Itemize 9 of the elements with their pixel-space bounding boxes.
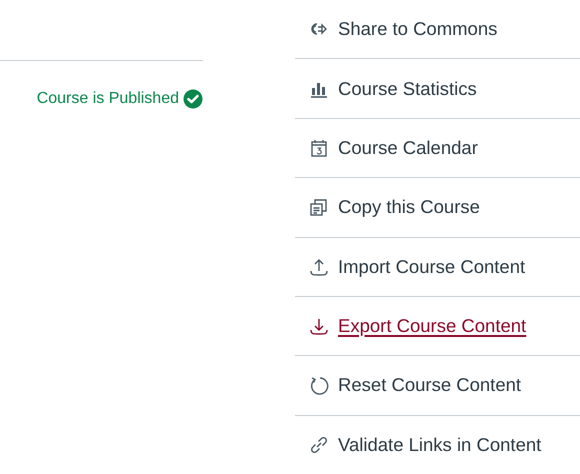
menu-item[interactable]: Copy this Course	[295, 177, 580, 236]
menu-item[interactable]: Validate Links in Content	[295, 414, 580, 474]
menu-item[interactable]: Course Statistics	[295, 58, 580, 118]
menu-item[interactable]: Reset Course Content	[295, 355, 580, 415]
menu-item[interactable]: Import Course Content	[295, 236, 580, 296]
menu-item[interactable]: Share to Commons	[295, 0, 580, 58]
menu-item[interactable]: Course Calendar	[295, 118, 580, 178]
status-text: Course is Published	[36, 90, 179, 108]
menu-item[interactable]: Export Course Content	[295, 296, 580, 356]
